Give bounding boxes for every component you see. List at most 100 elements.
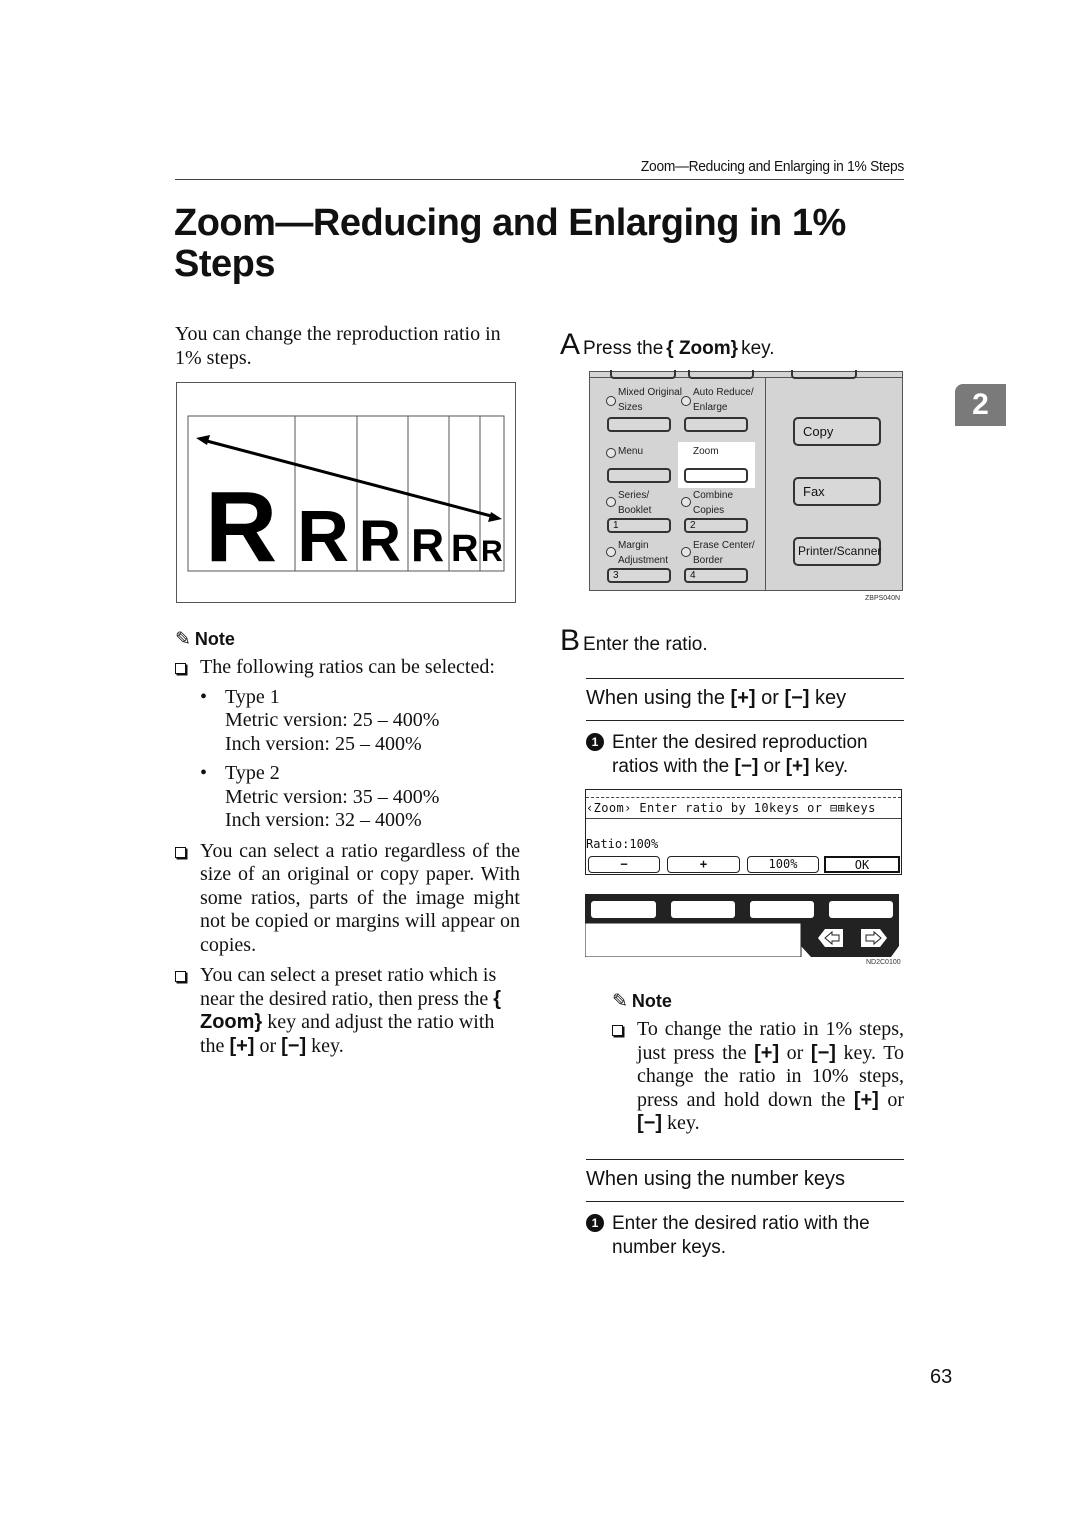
- indicator-led: [606, 497, 616, 507]
- type-label: Type 2: [225, 762, 280, 784]
- checkbox-icon: [175, 663, 186, 674]
- soft-key[interactable]: [671, 901, 735, 918]
- note-heading: ✎ Note: [612, 990, 904, 1013]
- bullet-type-1: • Type 1 Metric version: 25 – 400% Inch …: [200, 686, 495, 757]
- metric-range: Metric version: 35 – 400%: [225, 785, 440, 808]
- step-number-icon: 1: [586, 1214, 604, 1232]
- lcd-message: ‹Zoom› Enter ratio by 10keys or ⊟⊞keys: [586, 801, 876, 815]
- note-item: You can select a preset ratio which is n…: [175, 964, 520, 1058]
- inch-range: Inch version: 25 – 400%: [225, 732, 422, 755]
- glyph-r-4: R: [411, 519, 444, 571]
- note-item-text: To change the ratio in 1% steps, just pr…: [637, 1018, 905, 1134]
- subsection-heading: When using the number keys: [586, 1168, 846, 1190]
- note-item: You can select a ratio regardless of the…: [175, 840, 520, 958]
- erase-center-border-key[interactable]: 4: [684, 568, 748, 583]
- panel-key-partial[interactable]: [610, 370, 676, 379]
- mixed-original-sizes-key[interactable]: [607, 417, 671, 432]
- note-heading-label: Note: [194, 629, 235, 649]
- subsection-rule: [586, 720, 904, 721]
- minus-key-ref: [−]: [637, 1112, 662, 1134]
- figure-code: ND2C0100: [866, 959, 901, 966]
- note-item: To change the ratio in 1% steps, just pr…: [612, 1018, 904, 1136]
- plus-key-ref: [+]: [229, 1034, 255, 1057]
- indicator-led: [681, 497, 691, 507]
- key-label: Zoom: [693, 446, 719, 457]
- step-letter: B: [560, 624, 581, 657]
- series-booklet-key[interactable]: 1: [607, 518, 671, 533]
- key-label: Erase Center/ Border: [693, 540, 755, 566]
- subsection-rule: [586, 1159, 904, 1160]
- diagram-svg: R R R R R R: [187, 415, 505, 583]
- soft-key[interactable]: [591, 901, 656, 918]
- pencil-icon: ✎: [612, 991, 628, 1012]
- indicator-led: [681, 396, 691, 406]
- checkbox-icon: [175, 846, 186, 858]
- lcd-screen: ‹Zoom› Enter ratio by 10keys or ⊟⊞keys R…: [585, 789, 902, 875]
- panel-key-partial[interactable]: [688, 370, 754, 379]
- lcd-ratio: Ratio:100%: [586, 837, 659, 851]
- lcd-minus-button[interactable]: −: [588, 856, 660, 873]
- indicator-led: [606, 448, 616, 458]
- margin-adjustment-key[interactable]: 3: [607, 568, 671, 583]
- printer-scanner-key[interactable]: Printer/Scanner: [793, 537, 881, 566]
- minus-key-ref: [−]: [281, 1034, 307, 1057]
- bullet-type-2: • Type 2 Metric version: 35 – 400% Inch …: [200, 762, 495, 833]
- bullet-icon: •: [200, 762, 208, 784]
- step-letter: A: [560, 328, 581, 361]
- indicator-led: [606, 547, 616, 557]
- running-header: Zoom—Reducing and Enlarging in 1% Steps: [640, 158, 904, 175]
- menu-key[interactable]: [607, 468, 671, 483]
- page-number: 63: [930, 1366, 953, 1388]
- copy-key[interactable]: Copy: [793, 417, 881, 446]
- lcd-soft-keys: [584, 894, 902, 958]
- subsection-rule: [586, 1201, 904, 1202]
- substep-1: 1 Enter the desired ratio with the numbe…: [586, 1212, 896, 1260]
- step-a: A Press the { Zoom} key.: [560, 328, 775, 361]
- soft-key[interactable]: [829, 901, 893, 918]
- reduce-enlarge-diagram: R R R R R R: [176, 382, 516, 603]
- plus-key-ref: [+]: [785, 756, 810, 777]
- fax-key[interactable]: Fax: [793, 477, 881, 506]
- header-rule: [175, 179, 904, 180]
- right-note: ✎ Note To change the ratio in 1% steps, …: [612, 990, 904, 1136]
- metric-range: Metric version: 25 – 400%: [225, 709, 440, 731]
- subsection-rule: [586, 678, 904, 679]
- panel-key-partial[interactable]: [791, 370, 857, 379]
- soft-key[interactable]: [750, 901, 814, 918]
- auto-reduce-enlarge-key[interactable]: [684, 417, 748, 432]
- lcd-ok-button[interactable]: OK: [824, 856, 900, 873]
- page-title: Zoom—Reducing and Enlarging in 1% Steps: [174, 202, 846, 285]
- arrow-head-left: [196, 435, 210, 445]
- glyph-r-6: R: [481, 535, 503, 568]
- glyph-r-1: R: [205, 471, 277, 583]
- pencil-icon: ✎: [175, 629, 191, 650]
- bullet-icon: •: [200, 685, 208, 708]
- note-item-text: You can select a preset ratio which is n…: [200, 964, 502, 1057]
- lcd-plus-button[interactable]: +: [667, 856, 740, 873]
- note-heading-label: Note: [631, 991, 672, 1011]
- note-item-text: You can select a ratio regardless of the…: [200, 839, 520, 956]
- subsection-heading: When using the [+] or [−] key: [586, 687, 847, 709]
- substep-1: 1 Enter the desired reproduction ratios …: [586, 731, 906, 779]
- minus-key-ref: [−]: [810, 1041, 836, 1064]
- left-note: ✎ Note The following ratios can be selec…: [175, 628, 520, 1058]
- intro-paragraph: You can change the reproduction ratio in…: [175, 323, 501, 369]
- indicator-led: [606, 396, 616, 406]
- plus-key-ref: [+]: [754, 1041, 780, 1064]
- minus-key-ref: [−]: [734, 756, 759, 777]
- key-label: Margin Adjustment: [618, 540, 669, 566]
- type-label: Type 1: [225, 685, 280, 708]
- lcd-100-button[interactable]: 100%: [747, 856, 819, 873]
- glyph-r-5: R: [451, 528, 478, 570]
- key-label: Menu: [618, 446, 644, 457]
- indicator-led: [681, 547, 691, 557]
- zoom-key[interactable]: [684, 468, 748, 483]
- key-label: Series/ Booklet: [618, 490, 652, 516]
- step-b: B Enter the ratio.: [560, 624, 708, 657]
- combine-copies-key[interactable]: 2: [684, 518, 748, 533]
- key-label: Combine Copies: [693, 490, 734, 516]
- figure-code: ZBPS040N: [865, 595, 901, 602]
- key-label: Mixed Original Sizes: [618, 387, 682, 413]
- minus-key-ref: [−]: [784, 687, 810, 709]
- note-item-text: The following ratios can be selected:: [200, 656, 495, 678]
